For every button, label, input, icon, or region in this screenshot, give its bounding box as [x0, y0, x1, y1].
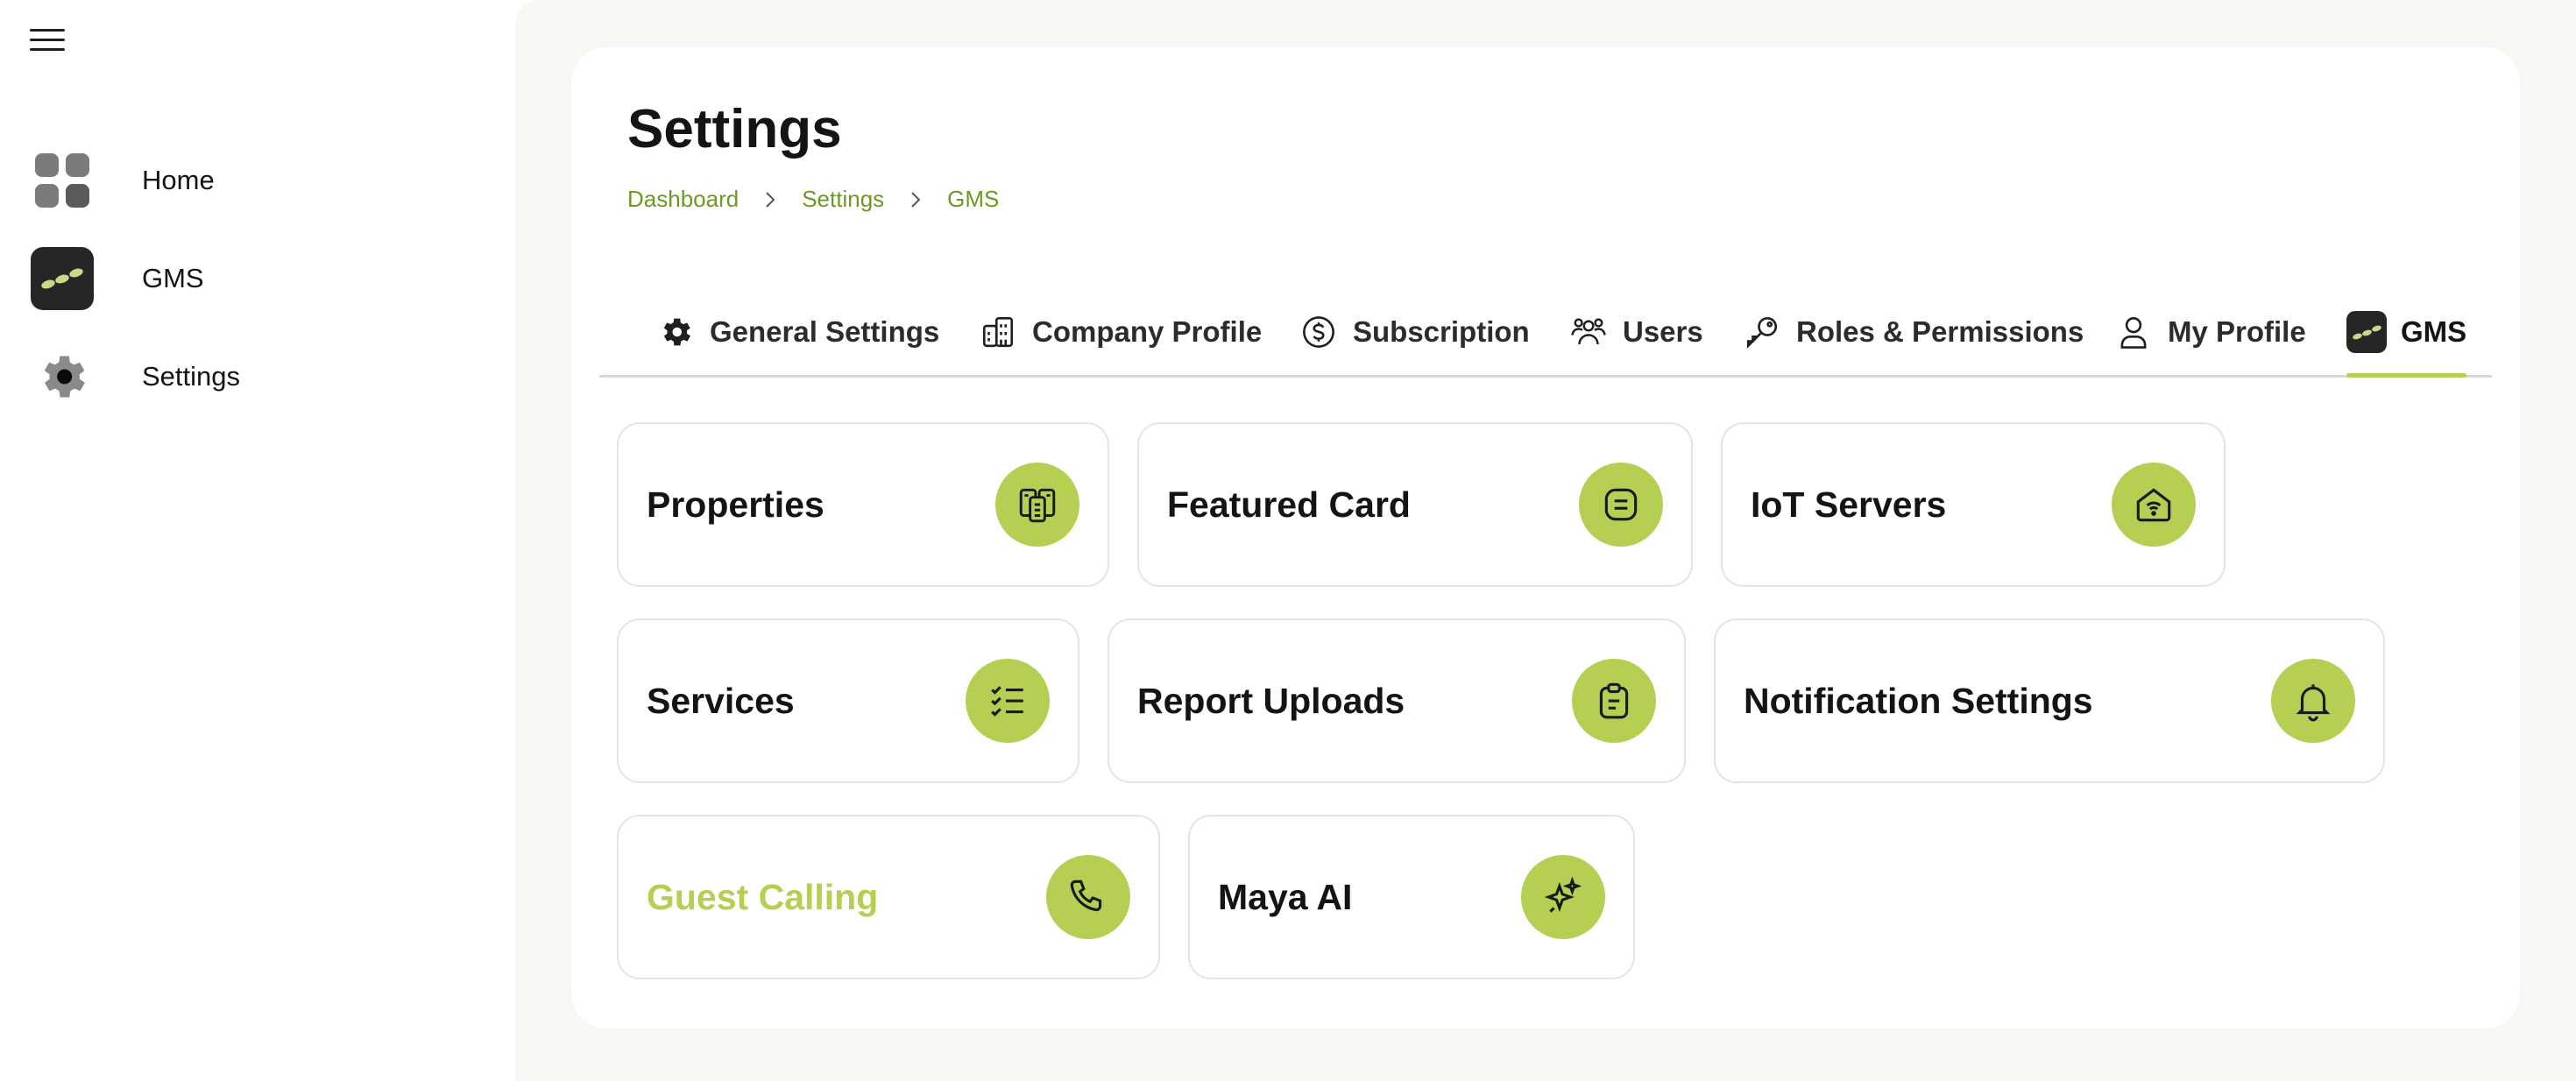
tile-label: IoT Servers: [1751, 484, 1947, 525]
sidebar-item-home[interactable]: Home: [30, 147, 468, 214]
gear-icon: [30, 344, 95, 409]
sidebar-item-gms[interactable]: GMS: [30, 245, 468, 312]
properties-icon: [995, 463, 1079, 547]
house-wifi-icon: [2112, 463, 2196, 547]
tile-label: Notification Settings: [1744, 680, 2093, 721]
card-icon: [1579, 463, 1663, 547]
building-icon: [978, 312, 1018, 352]
report-uploads-tile[interactable]: Report Uploads: [1108, 618, 1686, 783]
bell-icon: [2271, 659, 2355, 743]
gms-logo-icon: [2346, 311, 2387, 353]
tile-label: Report Uploads: [1137, 680, 1405, 721]
settings-tabs: General Settings Company Profile Subscri…: [599, 289, 2492, 378]
grid-icon: [30, 148, 95, 213]
clipboard-icon: [1572, 659, 1656, 743]
iot-servers-tile[interactable]: IoT Servers: [1721, 422, 2226, 587]
tab-users[interactable]: Users: [1568, 289, 1703, 375]
hamburger-menu-icon[interactable]: [30, 26, 67, 54]
users-icon: [1568, 312, 1609, 352]
guest-calling-tile[interactable]: Guest Calling: [617, 815, 1160, 979]
sidebar-item-label: Home: [142, 165, 215, 195]
tab-roles-permissions[interactable]: Roles & Permissions: [1742, 289, 2084, 375]
breadcrumb-gms[interactable]: GMS: [947, 186, 999, 213]
tab-subscription[interactable]: Subscription: [1299, 289, 1530, 375]
properties-tile[interactable]: Properties: [617, 422, 1109, 587]
tab-label: General Settings: [710, 315, 940, 348]
breadcrumb: Dashboard Settings GMS: [627, 186, 999, 213]
tile-label: Maya AI: [1218, 876, 1353, 917]
sidebar-item-label: Settings: [142, 361, 241, 392]
tile-label: Featured Card: [1167, 484, 1411, 525]
dollar-circle-icon: [1299, 312, 1339, 352]
gear-icon: [655, 312, 696, 352]
page-title: Settings: [627, 99, 842, 159]
tab-label: Subscription: [1353, 315, 1530, 348]
tile-label: Services: [647, 680, 795, 721]
breadcrumb-dashboard[interactable]: Dashboard: [627, 186, 739, 213]
services-tile[interactable]: Services: [617, 618, 1079, 783]
maya-ai-tile[interactable]: Maya AI: [1188, 815, 1635, 979]
sidebar: Home GMS Settings: [0, 0, 515, 1081]
chevron-right-icon: [763, 190, 777, 209]
featured-card-tile[interactable]: Featured Card: [1137, 422, 1693, 587]
tile-label: Properties: [647, 484, 824, 525]
breadcrumb-settings[interactable]: Settings: [802, 186, 884, 213]
sidebar-item-settings[interactable]: Settings: [30, 343, 468, 410]
key-icon: [1742, 312, 1782, 352]
person-icon: [2113, 312, 2154, 352]
gms-logo-icon: [30, 246, 95, 311]
tab-gms[interactable]: GMS: [2346, 289, 2467, 378]
tab-general-settings[interactable]: General Settings: [655, 289, 939, 375]
phone-icon: [1046, 855, 1130, 939]
chevron-right-icon: [909, 190, 923, 209]
checklist-icon: [966, 659, 1050, 743]
sparkle-icon: [1521, 855, 1605, 939]
tab-label: GMS: [2401, 315, 2467, 348]
sidebar-item-label: GMS: [142, 263, 204, 293]
tab-label: Company Profile: [1032, 315, 1263, 348]
tab-label: My Profile: [2168, 315, 2306, 348]
tab-company-profile[interactable]: Company Profile: [978, 289, 1262, 375]
tile-label: Guest Calling: [647, 876, 879, 917]
tab-label: Users: [1623, 315, 1703, 348]
notification-settings-tile[interactable]: Notification Settings: [1714, 618, 2385, 783]
tab-label: Roles & Permissions: [1796, 315, 2084, 348]
tab-my-profile[interactable]: My Profile: [2113, 289, 2306, 375]
